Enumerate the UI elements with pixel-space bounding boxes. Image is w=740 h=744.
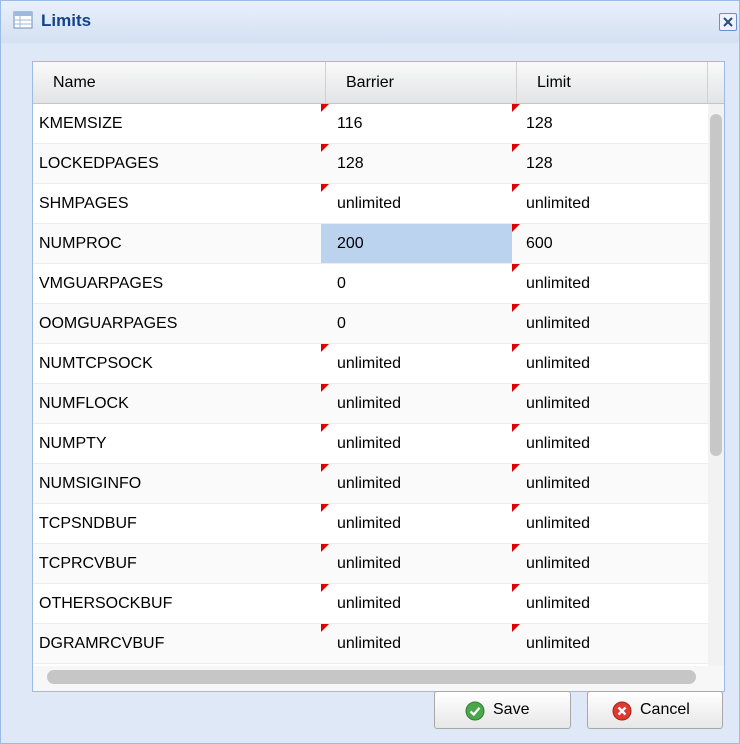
cancel-button[interactable]: Cancel: [587, 691, 723, 729]
column-header-barrier[interactable]: Barrier: [326, 62, 517, 103]
cell-barrier[interactable]: unlimited: [321, 344, 512, 383]
cell-limit[interactable]: unlimited: [512, 344, 708, 383]
cell-barrier[interactable]: unlimited: [321, 584, 512, 623]
cell-name[interactable]: NUMFLOCK: [33, 384, 321, 423]
cell-limit[interactable]: 128: [512, 144, 708, 183]
table-row[interactable]: NUMPTY unlimited unlimited: [33, 424, 708, 464]
cell-limit[interactable]: unlimited: [512, 624, 708, 663]
cell-limit[interactable]: unlimited: [512, 424, 708, 463]
grid-body: KMEMSIZE 116 128 LOCKEDPAGES 128 128 SHM…: [33, 104, 708, 680]
cell-limit[interactable]: unlimited: [512, 504, 708, 543]
cell-barrier[interactable]: unlimited: [321, 464, 512, 503]
horizontal-scrollbar[interactable]: [33, 666, 724, 691]
cell-name[interactable]: LOCKEDPAGES: [33, 144, 321, 183]
column-header-limit[interactable]: Limit: [517, 62, 708, 103]
cell-name[interactable]: NUMSIGINFO: [33, 464, 321, 503]
cell-name[interactable]: OTHERSOCKBUF: [33, 584, 321, 623]
cell-name[interactable]: TCPRCVBUF: [33, 544, 321, 583]
grid-header: Name Barrier Limit: [33, 62, 724, 104]
cell-limit[interactable]: unlimited: [512, 184, 708, 223]
cancel-label: Cancel: [640, 701, 690, 718]
cell-barrier[interactable]: unlimited: [321, 184, 512, 223]
cell-barrier[interactable]: 0: [321, 264, 512, 303]
table-row[interactable]: DGRAMRCVBUF unlimited unlimited: [33, 624, 708, 664]
table-row[interactable]: NUMPROC 200 600: [33, 224, 708, 264]
close-icon: [723, 17, 733, 27]
x-circle-icon: [612, 701, 632, 721]
cell-name[interactable]: DGRAMRCVBUF: [33, 624, 321, 663]
cell-name[interactable]: OOMGUARPAGES: [33, 304, 321, 343]
table-row[interactable]: KMEMSIZE 116 128: [33, 104, 708, 144]
cell-barrier[interactable]: unlimited: [321, 504, 512, 543]
cell-limit[interactable]: unlimited: [512, 544, 708, 583]
table-row[interactable]: NUMTCPSOCK unlimited unlimited: [33, 344, 708, 384]
window-title: Limits: [41, 11, 92, 30]
vertical-scroll-thumb[interactable]: [710, 114, 722, 456]
horizontal-scroll-thumb[interactable]: [47, 670, 696, 684]
cell-limit[interactable]: 600: [512, 224, 708, 263]
cell-barrier-selected[interactable]: 200: [321, 224, 512, 263]
limits-grid: Name Barrier Limit KMEMSIZE 116 128 LOCK…: [32, 61, 725, 692]
cell-barrier[interactable]: unlimited: [321, 544, 512, 583]
table-row[interactable]: NUMSIGINFO unlimited unlimited: [33, 464, 708, 504]
cell-name[interactable]: NUMPTY: [33, 424, 321, 463]
close-button[interactable]: [719, 13, 737, 31]
cell-name[interactable]: SHMPAGES: [33, 184, 321, 223]
cell-limit[interactable]: unlimited: [512, 304, 708, 343]
cell-name[interactable]: KMEMSIZE: [33, 104, 321, 143]
cell-name[interactable]: TCPSNDBUF: [33, 504, 321, 543]
table-row[interactable]: VMGUARPAGES 0 unlimited: [33, 264, 708, 304]
table-row[interactable]: SHMPAGES unlimited unlimited: [33, 184, 708, 224]
cell-barrier[interactable]: 128: [321, 144, 512, 183]
cell-limit[interactable]: unlimited: [512, 384, 708, 423]
table-row[interactable]: OTHERSOCKBUF unlimited unlimited: [33, 584, 708, 624]
column-header-name[interactable]: Name: [33, 62, 326, 103]
table-row[interactable]: OOMGUARPAGES 0 unlimited: [33, 304, 708, 344]
cell-barrier[interactable]: unlimited: [321, 384, 512, 423]
save-button[interactable]: Save: [434, 691, 571, 729]
table-row[interactable]: LOCKEDPAGES 128 128: [33, 144, 708, 184]
check-circle-icon: [465, 701, 485, 721]
cell-limit[interactable]: 128: [512, 104, 708, 143]
cell-name[interactable]: NUMPROC: [33, 224, 321, 263]
cell-barrier[interactable]: 0: [321, 304, 512, 343]
save-label: Save: [493, 701, 530, 718]
cell-limit[interactable]: unlimited: [512, 584, 708, 623]
table-icon: [13, 11, 33, 29]
cell-limit[interactable]: unlimited: [512, 264, 708, 303]
cell-name[interactable]: NUMTCPSOCK: [33, 344, 321, 383]
cell-name[interactable]: VMGUARPAGES: [33, 264, 321, 303]
limits-window: Limits Name Barrier Limit KMEMSIZE 116 1…: [0, 0, 740, 744]
table-row[interactable]: NUMFLOCK unlimited unlimited: [33, 384, 708, 424]
table-row[interactable]: TCPRCVBUF unlimited unlimited: [33, 544, 708, 584]
vertical-scrollbar[interactable]: [708, 104, 724, 680]
cell-limit[interactable]: unlimited: [512, 464, 708, 503]
cell-barrier[interactable]: unlimited: [321, 624, 512, 663]
window-titlebar[interactable]: Limits: [1, 1, 739, 43]
cell-barrier[interactable]: 116: [321, 104, 512, 143]
cell-barrier[interactable]: unlimited: [321, 424, 512, 463]
table-row[interactable]: TCPSNDBUF unlimited unlimited: [33, 504, 708, 544]
